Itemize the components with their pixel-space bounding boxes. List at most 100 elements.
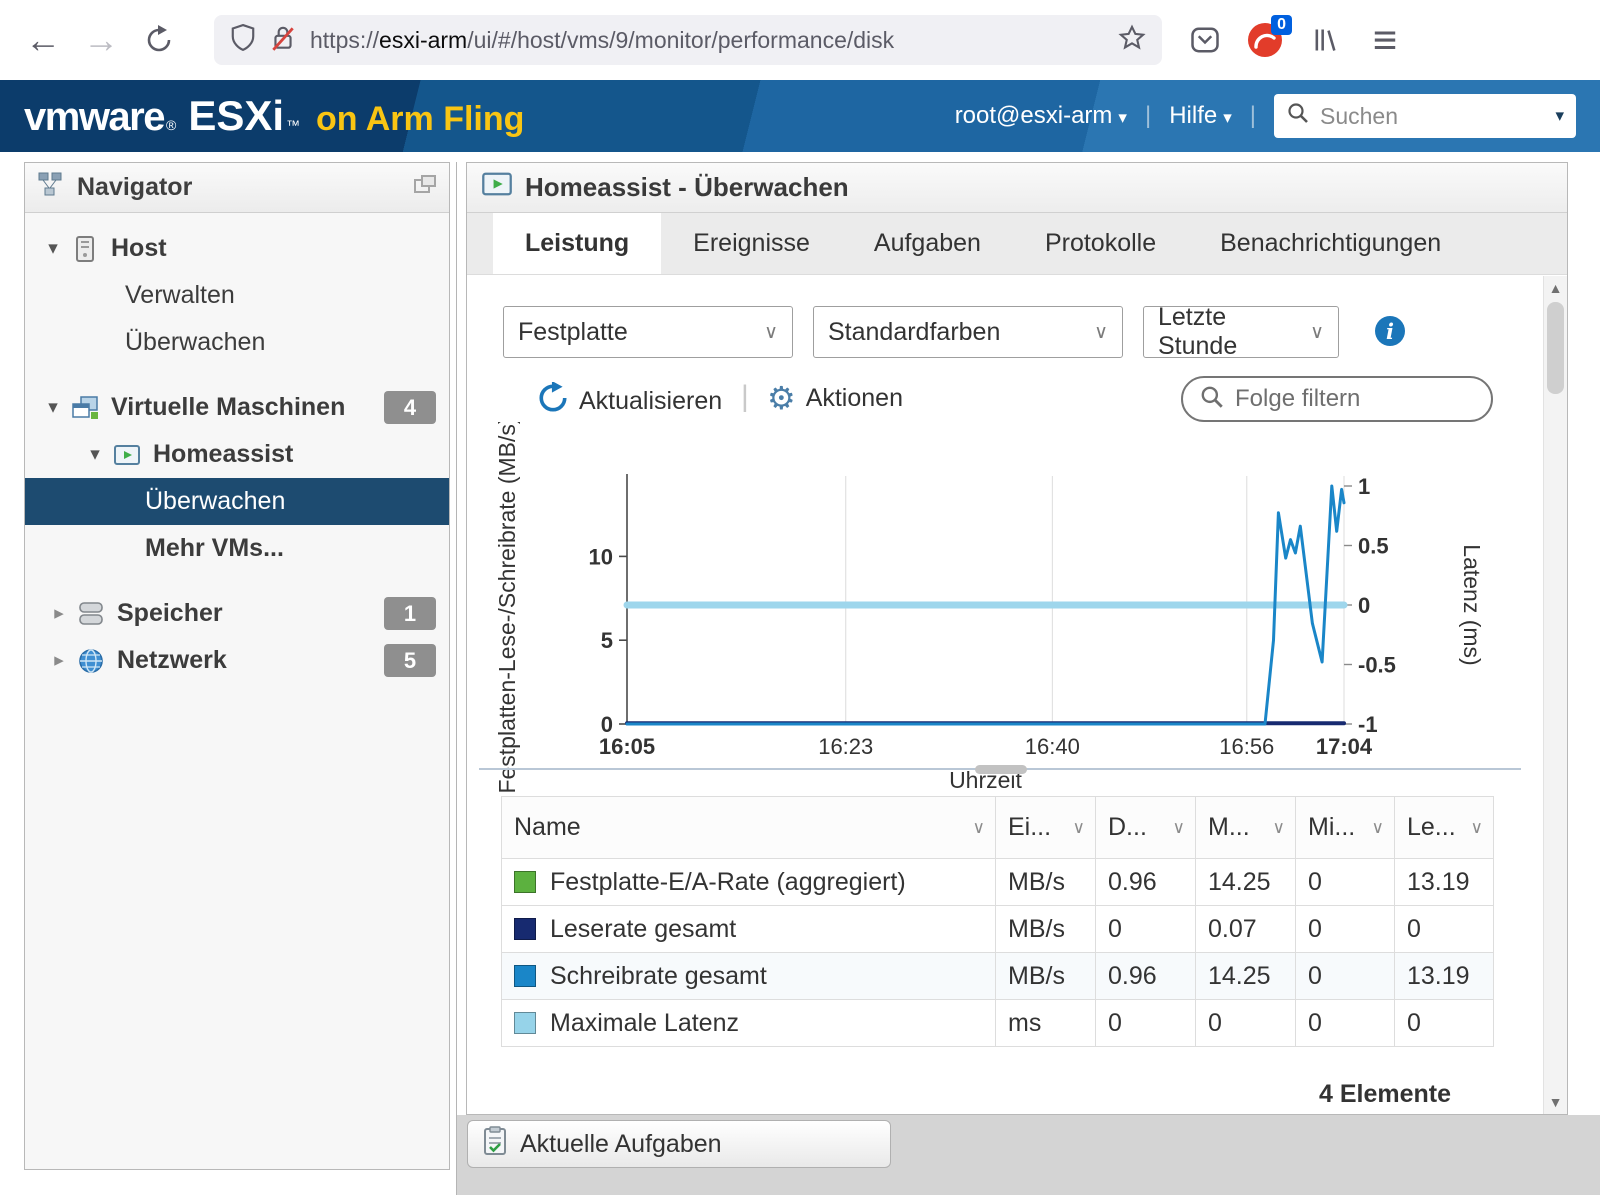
actions-button[interactable]: ⚙ Aktionen bbox=[767, 382, 903, 414]
recent-tasks-panel[interactable]: Aktuelle Aufgaben bbox=[467, 1120, 891, 1168]
column-header[interactable]: D...∨ bbox=[1096, 797, 1196, 859]
storage-icon bbox=[73, 601, 109, 627]
table-item-count: 4 Elemente bbox=[1319, 1080, 1451, 1109]
sidebar-item-homeassist[interactable]: ▾ Homeassist bbox=[25, 431, 449, 478]
performance-table: Name∨Ei...∨D...∨M...∨Mi...∨Le...∨ Festpl… bbox=[501, 796, 1494, 1047]
vm-icon bbox=[109, 443, 145, 467]
back-button[interactable]: ← bbox=[14, 19, 72, 61]
metric-select[interactable]: Festplatte∨ bbox=[503, 306, 793, 358]
menu-icon[interactable]: ≡ bbox=[1362, 17, 1408, 63]
series-name-cell: Schreibrate gesamt bbox=[502, 953, 996, 1000]
scroll-up-button[interactable]: ▲ bbox=[1544, 280, 1567, 296]
search-icon bbox=[1286, 101, 1310, 132]
header-separator: | bbox=[1250, 102, 1256, 130]
tracking-shield-icon[interactable] bbox=[230, 24, 256, 57]
refresh-button[interactable]: Aktualisieren bbox=[537, 382, 722, 421]
column-header[interactable]: M...∨ bbox=[1196, 797, 1296, 859]
popout-icon[interactable] bbox=[413, 174, 437, 201]
search-scope-caret-icon[interactable]: ▾ bbox=[1555, 106, 1564, 126]
chevron-down-icon: ∨ bbox=[1094, 321, 1108, 344]
chevron-down-icon: ∨ bbox=[1310, 321, 1324, 344]
series-color-swatch bbox=[514, 871, 536, 893]
value-cell: MB/s bbox=[996, 906, 1096, 953]
table-row[interactable]: Maximale Latenzms0000 bbox=[502, 1000, 1494, 1047]
colors-select[interactable]: Standardfarben∨ bbox=[813, 306, 1123, 358]
host-icon bbox=[67, 235, 103, 263]
browser-extension-area: 0 ≡ bbox=[1182, 17, 1408, 63]
time-range-select[interactable]: Letzte Stunde∨ bbox=[1143, 306, 1339, 358]
column-header[interactable]: Mi...∨ bbox=[1296, 797, 1395, 859]
series-name-cell: Festplatte-E/A-Rate (aggregiert) bbox=[502, 859, 996, 906]
value-cell: 0.96 bbox=[1096, 953, 1196, 1000]
tab-leistung[interactable]: Leistung bbox=[493, 213, 661, 274]
chevron-down-icon[interactable]: ▾ bbox=[39, 396, 67, 419]
table-row[interactable]: Festplatte-E/A-Rate (aggregiert)MB/s0.96… bbox=[502, 859, 1494, 906]
help-menu[interactable]: Hilfe▾ bbox=[1169, 102, 1232, 130]
chevron-right-icon[interactable]: ▸ bbox=[45, 649, 73, 672]
chevron-down-icon: ▾ bbox=[1118, 108, 1127, 127]
bookmark-star-icon[interactable] bbox=[1118, 24, 1146, 57]
column-sort-caret-icon[interactable]: ∨ bbox=[1173, 818, 1185, 838]
vm-stack-icon bbox=[67, 395, 103, 421]
value-cell: 0.96 bbox=[1096, 859, 1196, 906]
sidebar-item-more-vms[interactable]: Mehr VMs... bbox=[25, 525, 449, 572]
storage-count-badge: 1 bbox=[384, 597, 436, 630]
info-icon[interactable]: i bbox=[1375, 316, 1405, 346]
value-cell: ms bbox=[996, 1000, 1096, 1047]
panel-splitter[interactable] bbox=[456, 162, 457, 1195]
column-header[interactable]: Le...∨ bbox=[1395, 797, 1494, 859]
chevron-right-icon[interactable]: ▸ bbox=[45, 602, 73, 625]
horizontal-scroll-thumb[interactable] bbox=[975, 765, 1027, 774]
column-sort-caret-icon[interactable]: ∨ bbox=[973, 818, 985, 838]
column-header[interactable]: Ei...∨ bbox=[996, 797, 1096, 859]
lock-insecure-icon[interactable] bbox=[270, 24, 296, 57]
sidebar-item-storage[interactable]: ▸ Speicher 1 bbox=[25, 590, 449, 637]
forward-button[interactable]: → bbox=[72, 19, 130, 61]
tab-bar: Leistung Ereignisse Aufgaben Protokolle … bbox=[467, 213, 1567, 275]
vertical-scrollbar[interactable]: ▲ ▼ bbox=[1543, 276, 1567, 1114]
global-search[interactable]: ▾ bbox=[1274, 94, 1576, 138]
column-sort-caret-icon[interactable]: ∨ bbox=[1273, 818, 1285, 838]
navigator-title: Navigator bbox=[77, 173, 403, 202]
column-sort-caret-icon[interactable]: ∨ bbox=[1471, 818, 1483, 838]
sidebar-item-vm-ueberwachen[interactable]: Überwachen bbox=[25, 478, 449, 525]
chevron-down-icon[interactable]: ▾ bbox=[81, 443, 109, 466]
navigator-panel: Navigator ▾ Host Verwalten Überwachen ▾ … bbox=[24, 162, 450, 1170]
svg-text:0: 0 bbox=[1358, 593, 1370, 618]
pocket-icon[interactable] bbox=[1182, 17, 1228, 63]
sidebar-item-host-verwalten[interactable]: Verwalten bbox=[25, 272, 449, 319]
table-row[interactable]: Leserate gesamtMB/s00.0700 bbox=[502, 906, 1494, 953]
tab-aufgaben[interactable]: Aufgaben bbox=[842, 213, 1013, 274]
sidebar-item-virtual-machines[interactable]: ▾ Virtuelle Maschinen 4 bbox=[25, 384, 449, 431]
extension-badge: 0 bbox=[1271, 15, 1292, 35]
chevron-down-icon[interactable]: ▾ bbox=[39, 237, 67, 260]
value-cell: 0 bbox=[1395, 1000, 1494, 1047]
scroll-down-button[interactable]: ▼ bbox=[1544, 1094, 1567, 1110]
table-row[interactable]: Schreibrate gesamtMB/s0.9614.25013.19 bbox=[502, 953, 1494, 1000]
column-sort-caret-icon[interactable]: ∨ bbox=[1372, 818, 1384, 838]
series-filter[interactable] bbox=[1181, 376, 1493, 422]
extension-icon[interactable]: 0 bbox=[1242, 17, 1288, 63]
library-icon[interactable] bbox=[1302, 17, 1348, 63]
scroll-thumb[interactable] bbox=[1547, 302, 1564, 394]
reload-button[interactable] bbox=[130, 25, 188, 55]
tab-protokolle[interactable]: Protokolle bbox=[1013, 213, 1188, 274]
chevron-down-icon: ∨ bbox=[764, 321, 778, 344]
svg-text:16:56: 16:56 bbox=[1219, 734, 1274, 759]
column-header[interactable]: Name∨ bbox=[502, 797, 996, 859]
series-color-swatch bbox=[514, 965, 536, 987]
network-icon bbox=[73, 647, 109, 675]
svg-text:10: 10 bbox=[589, 544, 613, 569]
url-bar[interactable]: https://esxi-arm/ui/#/host/vms/9/monitor… bbox=[214, 15, 1162, 65]
sidebar-item-host[interactable]: ▾ Host bbox=[25, 225, 449, 272]
user-menu[interactable]: root@esxi-arm▾ bbox=[955, 102, 1127, 130]
column-sort-caret-icon[interactable]: ∨ bbox=[1073, 818, 1085, 838]
series-filter-input[interactable] bbox=[1235, 385, 1475, 413]
value-cell: MB/s bbox=[996, 953, 1096, 1000]
sidebar-item-host-ueberwachen[interactable]: Überwachen bbox=[25, 319, 449, 366]
logo-arm-fling: on Arm Fling bbox=[316, 100, 524, 139]
global-search-input[interactable] bbox=[1320, 103, 1545, 130]
tab-ereignisse[interactable]: Ereignisse bbox=[661, 213, 842, 274]
tab-benachrichtigungen[interactable]: Benachrichtigungen bbox=[1188, 213, 1473, 274]
sidebar-item-network[interactable]: ▸ Netzwerk 5 bbox=[25, 637, 449, 684]
